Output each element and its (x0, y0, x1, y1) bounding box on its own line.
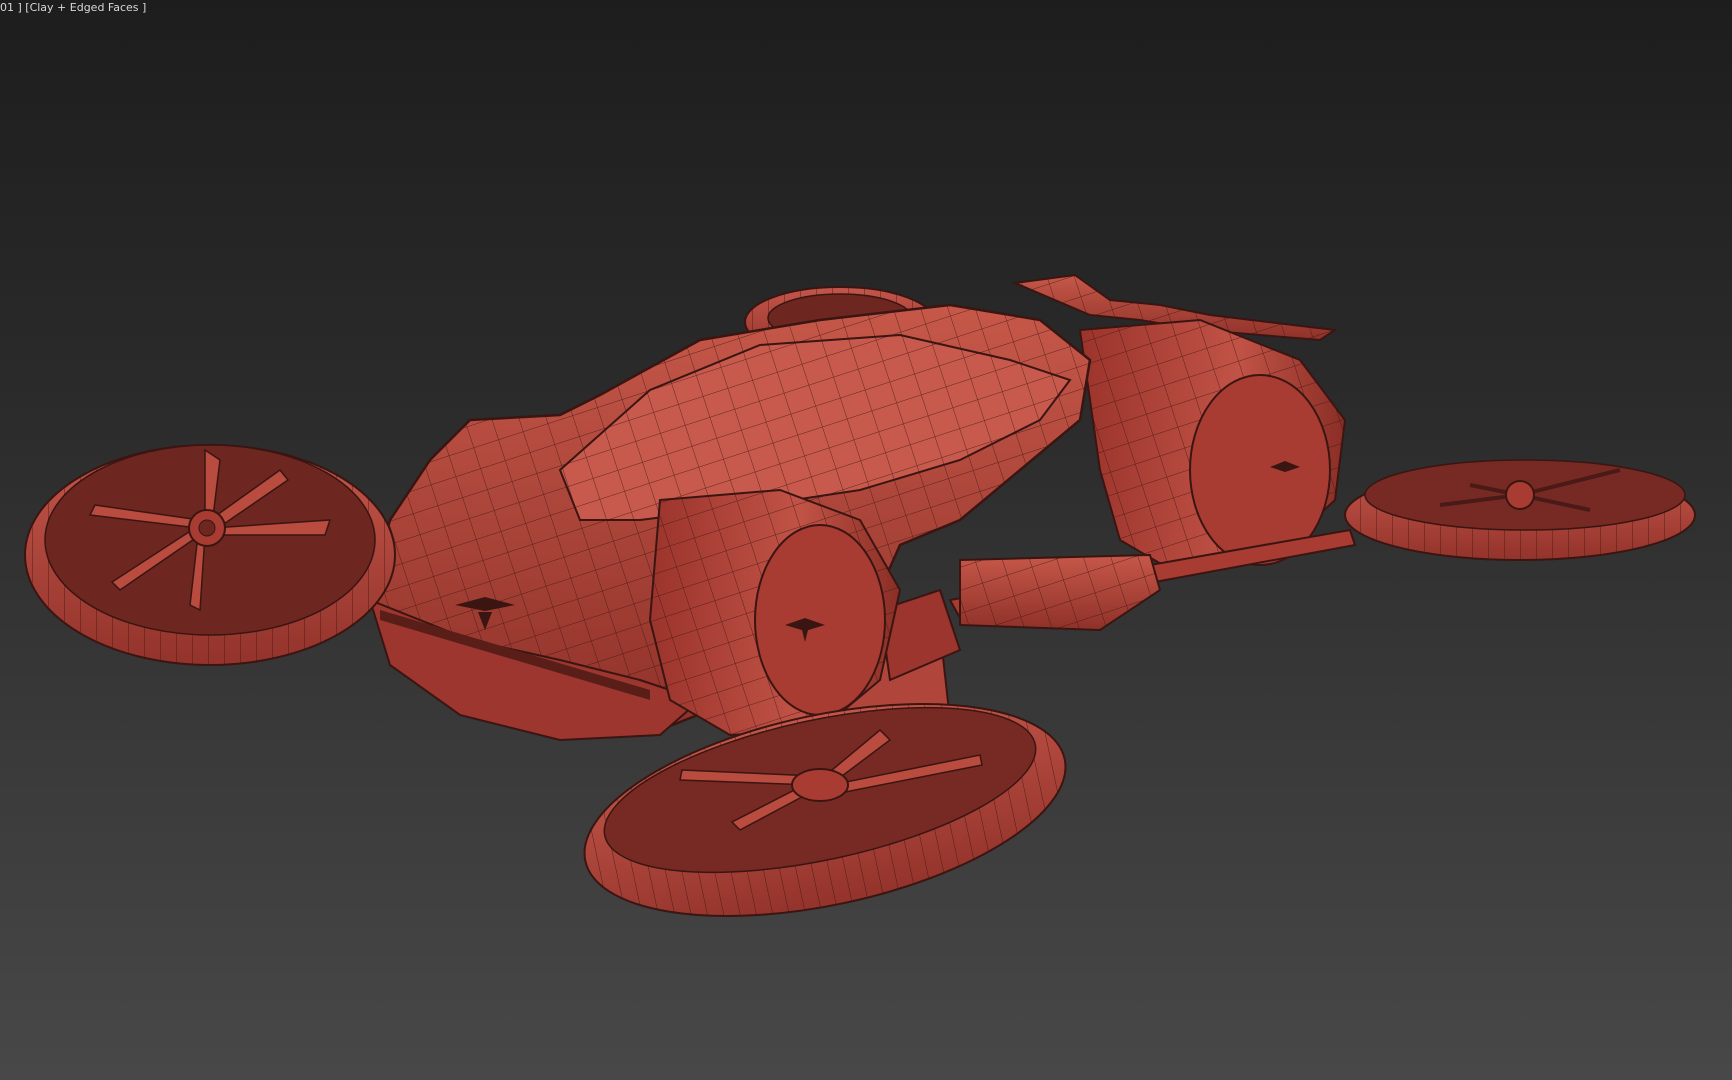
rotor-front-right[interactable] (1344, 459, 1696, 561)
3d-viewport[interactable]: 01 ] [Clay + Edged Faces ] (0, 0, 1732, 1080)
rotor-front-left[interactable] (24, 444, 396, 666)
flying-car-mesh-icon[interactable] (0, 0, 1732, 1080)
rear-body-pod (1078, 318, 1347, 577)
